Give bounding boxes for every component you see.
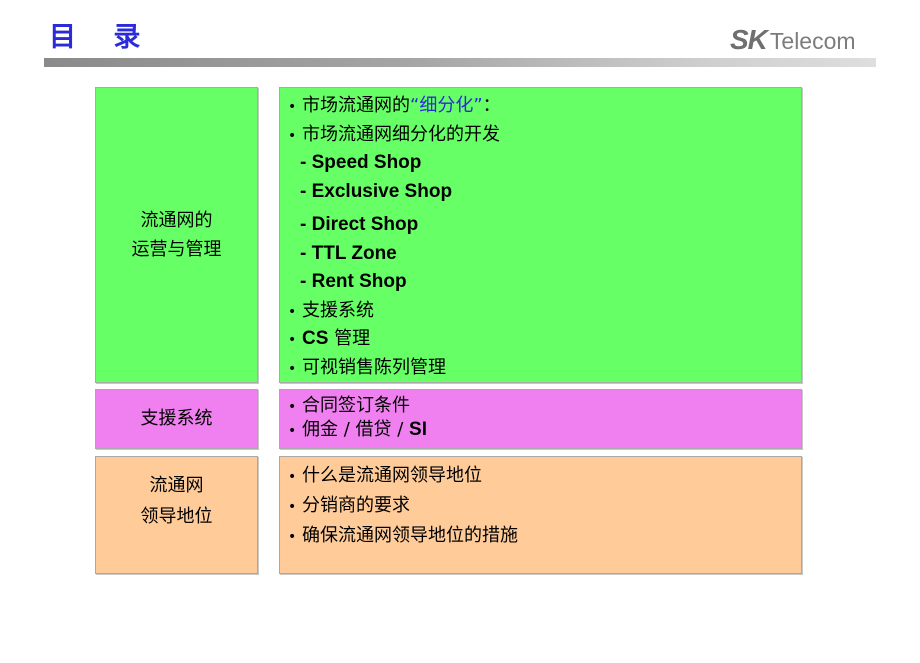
bullet-icon: • [288, 499, 297, 515]
item-text: 支援系统 [302, 299, 374, 321]
page-title: 目 录 [49, 22, 155, 53]
logo-sk: SK [730, 24, 768, 55]
content-list: • 市场流通网的“细分化”： • 市场流通网细分化的开发 - Speed Shop … [288, 92, 501, 382]
section-leadership-label-box: 流通网 领导地位 [95, 456, 258, 574]
item-text: 市场流通网的 [302, 95, 410, 116]
label-line: 流通网的 [140, 210, 213, 231]
list-item: • CS 管理 [288, 325, 501, 354]
item-text: 分销商的要求 [302, 495, 410, 516]
logo-telecom: Telecom [769, 28, 856, 54]
section-label: 支援系统 [96, 404, 257, 433]
sub-item: - Direct Shop [300, 214, 419, 235]
label-line: 流通网 [149, 475, 204, 496]
item-text: 可视销售陈列管理 [302, 356, 446, 378]
bullet-icon: • [288, 332, 297, 348]
bullet-icon: • [288, 469, 297, 485]
item-prefix: CS [302, 328, 329, 349]
section-support-label-box: 支援系统 [95, 389, 258, 449]
header-divider [44, 58, 876, 67]
bullet-icon: • [288, 360, 297, 377]
sub-item: - Rent Shop [300, 271, 407, 292]
section-support-content-box: • 合同签订条件 • 佣金 / 借贷 / SI [279, 389, 802, 449]
list-item: • 可视销售陈列管理 [288, 354, 501, 383]
item-suffix: SI [409, 419, 427, 440]
label-line: 支援系统 [140, 408, 213, 429]
section-label: 流通网的 运营与管理 [96, 206, 257, 264]
content-list: • 合同签订条件 • 佣金 / 借贷 / SI [288, 394, 427, 442]
label-line: 领导地位 [140, 506, 213, 527]
content-list: • 什么是流通网领导地位 • 分销商的要求 • 确保流通网领导地位的措施 [288, 461, 518, 551]
bullet-icon: • [288, 423, 297, 439]
list-item: • 确保流通网领导地位的措施 [288, 521, 518, 551]
bullet-icon: • [288, 529, 297, 545]
sub-item: - Speed Shop [300, 152, 422, 173]
item-text: 合同签订条件 [302, 395, 410, 416]
section-label: 流通网 领导地位 [96, 470, 257, 532]
label-line: 运营与管理 [131, 239, 222, 260]
item-text: 管理 [328, 328, 371, 349]
section-leadership-content-box: • 什么是流通网领导地位 • 分销商的要求 • 确保流通网领导地位的措施 [279, 456, 802, 574]
item-suffix: ： [482, 95, 501, 116]
sk-telecom-logo: SK Telecom [730, 24, 856, 56]
item-text: 市场流通网细分化的开发 [302, 123, 500, 145]
bullet-icon: • [288, 99, 297, 115]
list-item: • 合同签订条件 [288, 394, 427, 418]
list-item: • 什么是流通网领导地位 [288, 461, 518, 491]
list-item: • 市场流通网的“细分化”： [288, 92, 501, 121]
list-item: • 佣金 / 借贷 / SI [288, 418, 427, 442]
sub-item: - Exclusive Shop [300, 180, 453, 202]
bullet-icon: • [288, 399, 297, 415]
item-text: 什么是流通网领导地位 [302, 465, 482, 486]
bullet-icon: • [288, 303, 297, 320]
item-text: 确保流通网领导地位的措施 [302, 525, 518, 546]
list-item: • 分销商的要求 [288, 491, 518, 521]
section-operations-content-box: • 市场流通网的“细分化”： • 市场流通网细分化的开发 - Speed Shop … [279, 87, 802, 383]
section-operations-label-box: 流通网的 运营与管理 [95, 87, 258, 383]
bullet-icon: • [288, 127, 297, 144]
highlight-text: “细分化” [410, 95, 483, 116]
sub-item: - TTL Zone [300, 242, 397, 264]
list-item: • 支援系统 [288, 297, 501, 326]
item-text: 佣金 / 借贷 / [302, 419, 410, 440]
list-item: • 市场流通网细分化的开发 [288, 121, 501, 150]
